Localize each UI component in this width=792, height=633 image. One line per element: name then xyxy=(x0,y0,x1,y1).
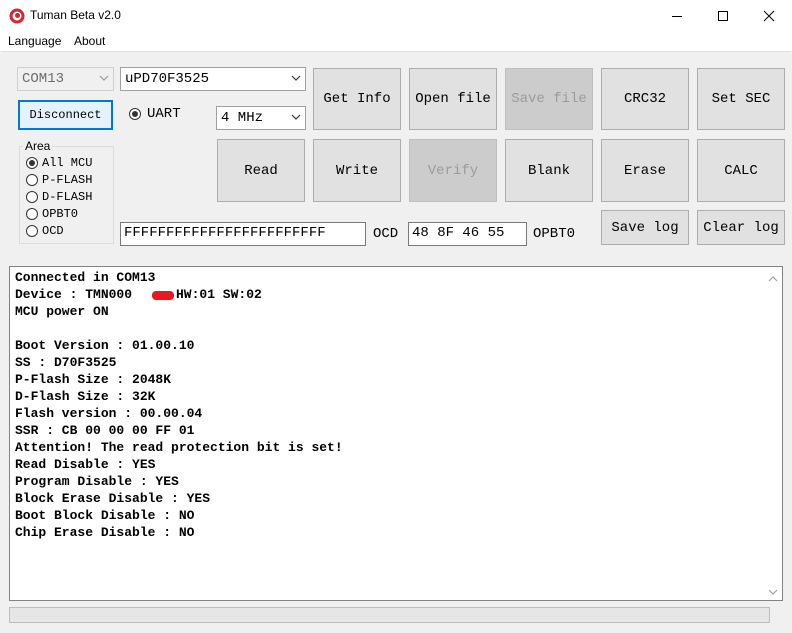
open-file-button[interactable]: Open file xyxy=(409,68,497,130)
opbt-label: OPBT0 xyxy=(533,226,576,242)
save-file-button[interactable]: Save file xyxy=(505,68,593,130)
frequency-select[interactable]: 4 MHz xyxy=(216,106,306,130)
minimize-icon xyxy=(672,15,682,17)
read-button[interactable]: Read xyxy=(217,139,305,202)
menu-bar xyxy=(0,31,792,51)
log-line: Chip Erase Disable : NO xyxy=(15,525,195,540)
log-line: MCU power ON xyxy=(15,304,109,319)
mcu-value: uPD70F3525 xyxy=(125,71,210,87)
area-label-p-flash: P-FLASH xyxy=(42,173,93,187)
erase-button[interactable]: Erase xyxy=(601,139,689,202)
window-title: Tuman Beta v2.0 xyxy=(30,8,121,22)
area-label-opbt0: OPBT0 xyxy=(42,207,79,221)
log-line: Read Disable : YES xyxy=(15,457,156,472)
area-title: Area xyxy=(23,139,53,153)
log-line: D-Flash Size : 32K xyxy=(15,389,156,404)
write-button[interactable]: Write xyxy=(313,139,401,202)
opbt-field[interactable]: 48 8F 46 55 xyxy=(408,222,527,246)
log-device-suffix: HW:01 SW:02 xyxy=(176,287,262,302)
chevron-down-icon xyxy=(99,71,109,85)
app-icon xyxy=(9,8,25,24)
mcu-select[interactable]: uPD70F3525 xyxy=(120,67,306,91)
ocd-label: OCD xyxy=(373,226,399,242)
maximize-icon xyxy=(718,10,728,21)
area-radio-all-mcu[interactable] xyxy=(26,157,38,169)
redaction-mark xyxy=(152,291,174,300)
progress-bar xyxy=(9,607,770,623)
calc-button[interactable]: CALC xyxy=(697,139,785,202)
log-line: Connected in COM13 xyxy=(15,270,156,285)
log-line: Boot Version : 01.00.10 xyxy=(15,338,195,353)
log-line: SSR : CB 00 00 00 FF 01 xyxy=(15,423,195,438)
uart-label: UART xyxy=(147,106,181,122)
log-line: SS : D70F3525 xyxy=(15,355,117,370)
crc32-button[interactable]: CRC32 xyxy=(601,68,689,130)
frequency-value: 4 MHz xyxy=(221,110,264,126)
disconnect-button[interactable]: Disconnect xyxy=(18,100,113,130)
close-icon xyxy=(763,10,775,21)
scroll-up-icon[interactable] xyxy=(768,272,778,286)
area-label-ocd: OCD xyxy=(42,224,64,238)
log-line: Boot Block Disable : NO xyxy=(15,508,195,523)
log-line: Attention! The read protection bit is se… xyxy=(15,440,343,455)
menu-about[interactable]: About xyxy=(74,34,105,48)
maximize-button[interactable] xyxy=(700,0,746,31)
log-line: Flash version : 00.00.04 xyxy=(15,406,203,421)
log-line: Block Erase Disable : YES xyxy=(15,491,211,506)
log-output[interactable]: Connected in COM13 Device : TMN000 HW:01… xyxy=(9,266,783,601)
clear-log-button[interactable]: Clear log xyxy=(697,210,785,245)
verify-button[interactable]: Verify xyxy=(409,139,497,202)
chevron-down-icon xyxy=(291,110,301,124)
ocd-field[interactable]: FFFFFFFFFFFFFFFFFFFFFFFF xyxy=(120,222,366,246)
blank-button[interactable]: Blank xyxy=(505,139,593,202)
area-label-all-mcu: All MCU xyxy=(42,156,93,170)
set-sec-button[interactable]: Set SEC xyxy=(697,68,785,130)
area-radio-d-flash[interactable] xyxy=(26,191,38,203)
log-scrollbar[interactable] xyxy=(765,267,782,600)
close-button[interactable] xyxy=(746,0,792,31)
area-label-d-flash: D-FLASH xyxy=(42,190,93,204)
port-select[interactable]: COM13 xyxy=(17,67,114,91)
area-radio-ocd[interactable] xyxy=(26,225,38,237)
log-line: P-Flash Size : 2048K xyxy=(15,372,172,387)
log-line: Device : TMN000 xyxy=(15,287,133,302)
save-log-button[interactable]: Save log xyxy=(601,210,689,245)
area-radio-p-flash[interactable] xyxy=(26,174,38,186)
chevron-down-icon xyxy=(291,71,301,85)
uart-radio[interactable] xyxy=(129,108,141,120)
port-value: COM13 xyxy=(22,71,65,87)
minimize-button[interactable] xyxy=(654,0,700,31)
log-line: Program Disable : YES xyxy=(15,474,179,489)
menu-language[interactable]: Language xyxy=(8,34,61,48)
area-radio-opbt0[interactable] xyxy=(26,208,38,220)
scroll-down-icon[interactable] xyxy=(768,585,778,599)
get-info-button[interactable]: Get Info xyxy=(313,68,401,130)
